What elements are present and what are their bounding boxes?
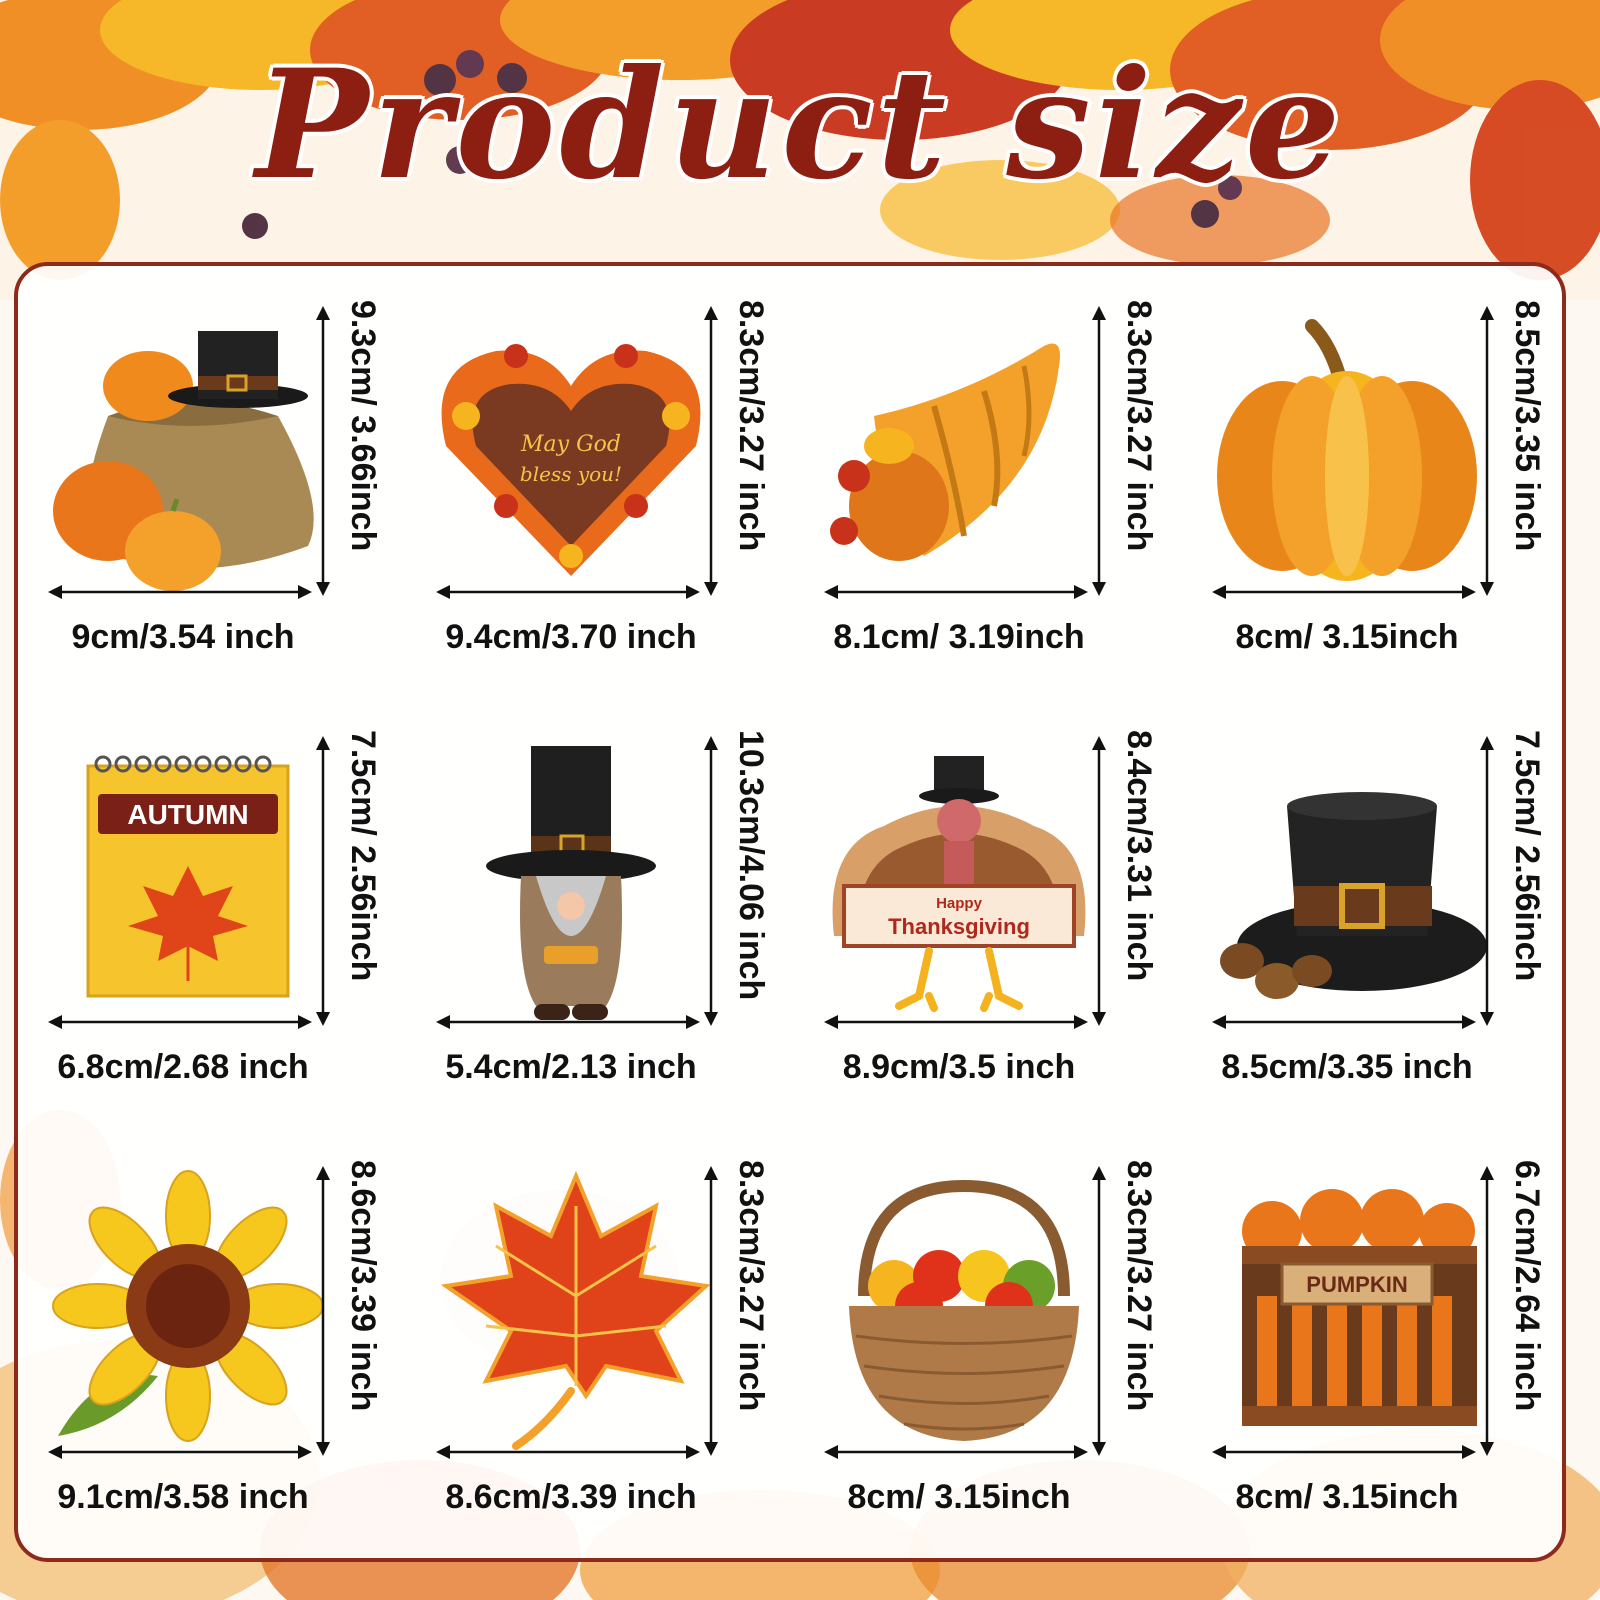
height-arrow [704, 306, 718, 596]
sign-text-line-1: May God [520, 432, 621, 457]
apple-basket-image [849, 1179, 1079, 1441]
cornucopia-image [830, 343, 1060, 561]
height-arrow [704, 736, 718, 1026]
item-autumn-calendar: AUTUMN 7.5cm/ 2.56inch 6.8cm/2.68 inch [18, 696, 406, 1126]
height-label: 10.3cm/4.06 inch [732, 730, 770, 1001]
height-label: 8.3cm/3.27 inch [1120, 1160, 1158, 1412]
height-label: 7.5cm/ 2.56inch [1508, 730, 1546, 982]
height-label: 8.6cm/3.39 inch [344, 1160, 382, 1412]
height-label: 8.3cm/3.27 inch [1120, 300, 1158, 552]
item-pilgrim-gnome: 10.3cm/4.06 inch 5.4cm/2.13 inch [406, 696, 794, 1126]
product-size-infographic: Product size 9.3cm/ 3.66inch 9cm/3.54 in… [0, 0, 1600, 1600]
item-maple-leaf: 8.3cm/3.27 inch 8.6cm/3.39 inch [406, 1126, 794, 1556]
thanksgiving-turkey-image: Happy Thanksgiving [832, 756, 1086, 1012]
item-pilgrim-hat: 7.5cm/ 2.56inch 8.5cm/3.35 inch [1182, 696, 1570, 1126]
width-label: 8.5cm/3.35 inch [1221, 1048, 1473, 1086]
calendar-text: AUTUMN [127, 799, 248, 830]
crate-text: PUMPKIN [1306, 1272, 1407, 1297]
width-arrow [436, 585, 700, 599]
height-arrow [1092, 306, 1106, 596]
width-label: 5.4cm/2.13 inch [445, 1048, 697, 1086]
sunflower-image [52, 1170, 324, 1442]
width-label: 8cm/ 3.15inch [847, 1478, 1071, 1516]
width-arrow [436, 1015, 700, 1029]
height-arrow [1480, 1166, 1494, 1456]
width-label: 9.4cm/3.70 inch [445, 618, 697, 656]
item-apple-basket: 8.3cm/3.27 inch 8cm/ 3.15inch [794, 1126, 1182, 1556]
sign-text-line-2: Thanksgiving [888, 914, 1030, 939]
page-title: Product size [255, 37, 1345, 213]
item-pumpkin: 8.5cm/3.35 inch 8cm/ 3.15inch [1182, 266, 1570, 696]
width-arrow [824, 585, 1088, 599]
autumn-calendar-image: AUTUMN [86, 755, 290, 998]
maple-leaf-image [440, 1170, 711, 1450]
pumpkin-sack-image [53, 331, 314, 591]
width-arrow [824, 1015, 1088, 1029]
width-label: 8cm/ 3.15inch [1235, 1478, 1459, 1516]
height-label: 8.3cm/3.27 inch [732, 300, 770, 552]
width-label: 9cm/3.54 inch [71, 618, 295, 656]
height-arrow [316, 736, 330, 1026]
width-label: 8cm/ 3.15inch [1235, 618, 1459, 656]
width-arrow [48, 585, 312, 599]
width-arrow [1212, 585, 1476, 599]
height-label: 8.3cm/3.27 inch [732, 1160, 770, 1412]
width-arrow [1212, 1445, 1476, 1459]
width-label: 6.8cm/2.68 inch [57, 1048, 309, 1086]
width-arrow [824, 1445, 1088, 1459]
width-arrow [1212, 1015, 1476, 1029]
item-thanksgiving-turkey: Happy Thanksgiving 8.4cm/3.31 inch 8.9cm… [794, 696, 1182, 1126]
pumpkin-image [1217, 319, 1477, 581]
height-label: 7.5cm/ 2.56inch [344, 730, 382, 982]
pilgrim-hat-image [1220, 792, 1487, 999]
height-arrow [1092, 1166, 1106, 1456]
width-arrow [48, 1445, 312, 1459]
height-label: 8.5cm/3.35 inch [1508, 300, 1546, 552]
width-label: 8.9cm/3.5 inch [842, 1048, 1076, 1086]
sign-text-line-2: bless you! [520, 462, 622, 486]
height-arrow [316, 1166, 330, 1456]
item-leaf-heart-sign: May God bless you! 8.3cm/3.27 inch 9.4cm… [406, 266, 794, 696]
item-sunflower: 8.6cm/3.39 inch 9.1cm/3.58 inch [18, 1126, 406, 1556]
width-label: 8.6cm/3.39 inch [445, 1478, 697, 1516]
item-pumpkin-crate: PUMPKIN 6.7cm/2.64 inch 8cm/ 3.15inch [1182, 1126, 1570, 1556]
width-label: 9.1cm/3.58 inch [57, 1478, 309, 1516]
width-arrow [436, 1445, 700, 1459]
item-cornucopia: 8.3cm/3.27 inch 8.1cm/ 3.19inch [794, 266, 1182, 696]
width-label: 8.1cm/ 3.19inch [833, 618, 1085, 656]
height-arrow [1480, 306, 1494, 596]
item-pumpkin-sack: 9.3cm/ 3.66inch 9cm/3.54 inch [18, 266, 406, 696]
width-arrow [48, 1015, 312, 1029]
leaf-heart-sign-image: May God bless you! [441, 344, 701, 576]
height-arrow [316, 306, 330, 596]
sign-text-line-1: Happy [936, 895, 983, 912]
height-label: 9.3cm/ 3.66inch [344, 300, 382, 552]
pilgrim-gnome-image [486, 746, 656, 1020]
height-arrow [1092, 736, 1106, 1026]
size-chart-panel: 9.3cm/ 3.66inch 9cm/3.54 inch May God bl… [14, 262, 1566, 1562]
height-label: 6.7cm/2.64 inch [1508, 1160, 1546, 1412]
height-arrow [704, 1166, 718, 1456]
height-arrow [1480, 736, 1494, 1026]
height-label: 8.4cm/3.31 inch [1120, 730, 1158, 982]
pumpkin-crate-image: PUMPKIN [1242, 1189, 1477, 1426]
